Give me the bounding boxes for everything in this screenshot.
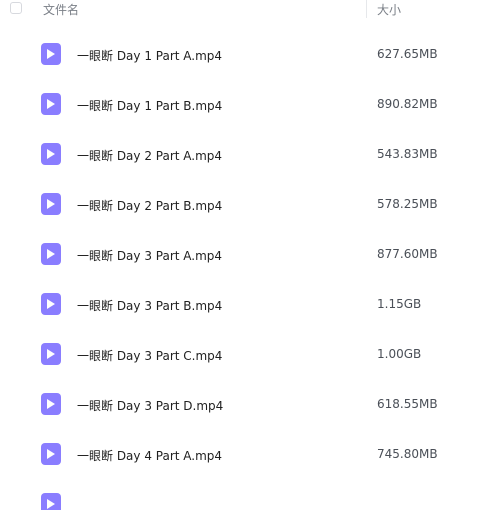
video-file-icon [41, 493, 61, 510]
file-name[interactable]: 一眼断 Day 3 Part C.mp4 [77, 347, 222, 364]
video-file-icon [41, 443, 61, 465]
file-row[interactable]: 一眼断 Day 3 Part D.mp4 618.55MB [0, 380, 483, 430]
file-size: 890.82MB [377, 97, 438, 111]
file-row[interactable]: 一眼断 Day 1 Part B.mp4 890.82MB [0, 80, 483, 130]
file-name[interactable]: 一眼断 Day 3 Part B.mp4 [77, 297, 222, 314]
file-row[interactable]: 一眼断 Day 3 Part A.mp4 877.60MB [0, 230, 483, 280]
column-header-name[interactable]: 文件名 [43, 1, 79, 18]
file-name[interactable]: 一眼断 Day 3 Part D.mp4 [77, 397, 223, 414]
file-row[interactable]: 一眼断 Day 3 Part B.mp4 1.15GB [0, 280, 483, 330]
file-size: 877.60MB [377, 247, 438, 261]
video-file-icon [41, 293, 61, 315]
video-file-icon [41, 43, 61, 65]
select-all-checkbox[interactable] [10, 2, 22, 14]
file-size: 578.25MB [377, 197, 438, 211]
column-divider[interactable] [366, 0, 367, 18]
file-list-header: 文件名 大小 [0, 0, 483, 20]
video-file-icon [41, 393, 61, 415]
file-size: 543.83MB [377, 147, 438, 161]
file-name[interactable]: 一眼断 Day 3 Part A.mp4 [77, 247, 222, 264]
file-row[interactable]: 一眼断 Day 4 Part A.mp4 745.80MB [0, 430, 483, 480]
file-row-partial[interactable] [0, 480, 483, 510]
video-file-icon [41, 243, 61, 265]
video-file-icon [41, 93, 61, 115]
video-file-icon [41, 143, 61, 165]
column-header-size[interactable]: 大小 [377, 1, 401, 18]
file-name[interactable]: 一眼断 Day 2 Part A.mp4 [77, 147, 222, 164]
file-name[interactable]: 一眼断 Day 1 Part A.mp4 [77, 47, 222, 64]
file-name[interactable]: 一眼断 Day 1 Part B.mp4 [77, 97, 222, 114]
file-size: 1.00GB [377, 347, 422, 361]
file-name[interactable]: 一眼断 Day 4 Part A.mp4 [77, 447, 222, 464]
video-file-icon [41, 193, 61, 215]
file-size: 745.80MB [377, 447, 438, 461]
file-size: 1.15GB [377, 297, 422, 311]
file-size: 627.65MB [377, 47, 438, 61]
file-name[interactable]: 一眼断 Day 2 Part B.mp4 [77, 197, 222, 214]
file-row[interactable]: 一眼断 Day 1 Part A.mp4 627.65MB [0, 30, 483, 80]
file-list: 一眼断 Day 1 Part A.mp4 627.65MB 一眼断 Day 1 … [0, 30, 483, 510]
file-size: 618.55MB [377, 397, 438, 411]
file-row[interactable]: 一眼断 Day 3 Part C.mp4 1.00GB [0, 330, 483, 380]
file-row[interactable]: 一眼断 Day 2 Part B.mp4 578.25MB [0, 180, 483, 230]
file-row[interactable]: 一眼断 Day 2 Part A.mp4 543.83MB [0, 130, 483, 180]
video-file-icon [41, 343, 61, 365]
